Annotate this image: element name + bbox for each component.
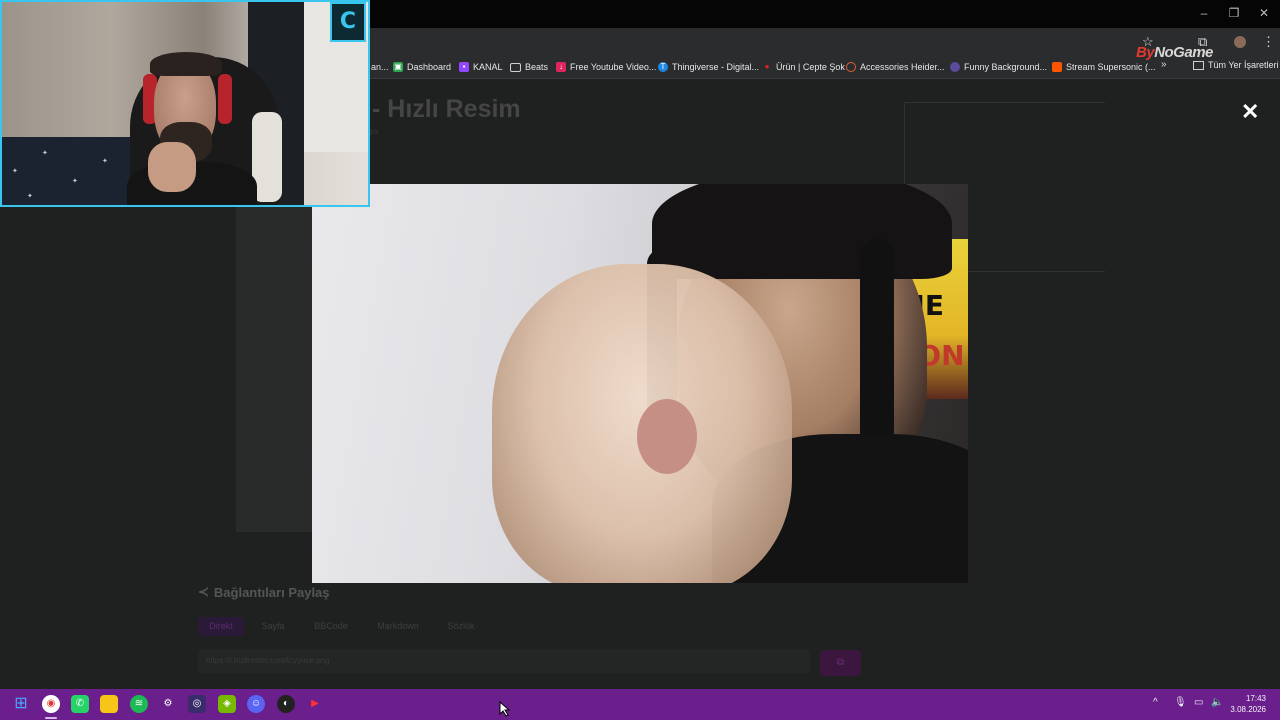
close-window-button[interactable]: ✕ [1254, 6, 1274, 20]
active-indicator [45, 717, 57, 719]
tab-markdown[interactable]: Markdown [368, 617, 428, 636]
soundcloud-icon [1052, 62, 1062, 72]
dashboard-icon: ▣ [393, 62, 403, 72]
bed: ✦ ✦ ✦ ✦ ✦ [2, 137, 142, 205]
twitch-icon: ▪ [459, 62, 469, 72]
profile-avatar[interactable] [1234, 36, 1246, 48]
circle-icon [846, 62, 856, 72]
bookmark-cepte-sok[interactable]: ● Ürün | Cepte Şok [762, 60, 845, 74]
mouse-cursor-icon [499, 701, 511, 717]
thumb [637, 399, 697, 474]
clock-date: 3.08.2026 [1230, 705, 1266, 714]
steam-icon[interactable]: ⚙ [159, 695, 177, 713]
person-hair [652, 184, 952, 279]
tab-bbcode[interactable]: BBCode [304, 617, 358, 636]
tab-sozluk[interactable]: Sözlük [440, 617, 482, 636]
sok-icon: ● [764, 62, 770, 71]
tab-sayfa[interactable]: Sayfa [252, 617, 294, 636]
headphones [860, 239, 894, 449]
discord-icon[interactable]: ☺ [247, 695, 265, 713]
close-icon[interactable]: ✕ [1241, 101, 1259, 123]
display-icon[interactable]: ▭ [1194, 697, 1203, 708]
download-icon: ↓ [556, 62, 566, 72]
bookmark-stream-supersonic[interactable]: Stream Supersonic (... [1052, 60, 1156, 74]
copy-button[interactable]: ⧉ [820, 650, 861, 676]
volume-icon[interactable]: 🔈 [1211, 697, 1223, 708]
bookmark-dashboard[interactable]: ▣ Dashboard [393, 60, 451, 74]
system-clock[interactable]: 17:43 3.08.2026 [1230, 693, 1266, 715]
minimize-button[interactable]: – [1194, 6, 1214, 20]
nvidia-icon[interactable]: ◈ [218, 695, 236, 713]
browser-menu-icon[interactable]: ⋮ [1262, 34, 1275, 50]
headphones [218, 74, 232, 124]
youtube-icon[interactable]: ▶ [306, 695, 324, 713]
bookmark-thingiverse[interactable]: T Thingiverse - Digital... [658, 60, 759, 74]
obs-icon[interactable]: ◎ [188, 695, 206, 713]
share-links-heading: ≺ Bağlantıları Paylaş [198, 584, 330, 600]
restore-button[interactable]: ❐ [1224, 6, 1244, 20]
taskbar: ⊞ ◉ ✆ ≋ ⚙ ◎ ◈ ☺ ◐ ▶ ^ 🎙 ▭ 🔈 17:43 3.08.2… [0, 689, 1280, 720]
webcam-overlay: ✦ ✦ ✦ ✦ ✦ [0, 0, 370, 207]
tray-overflow-icon[interactable]: ^ [1153, 697, 1158, 708]
image-preview-panel [236, 199, 316, 532]
whatsapp-icon[interactable]: ✆ [71, 695, 89, 713]
page-title: - Hızlı Resim [372, 95, 521, 123]
image-dimensions: px [370, 127, 379, 136]
tab-direkt[interactable]: Direkt [198, 617, 244, 636]
bookmark-kanal[interactable]: ▪ KANAL [459, 60, 503, 74]
hand [148, 142, 196, 192]
folder-icon [510, 62, 521, 72]
thingiverse-icon: T [658, 62, 668, 72]
bookmark-beats[interactable]: Beats [510, 60, 548, 74]
microphone-icon[interactable]: 🎙 [1174, 697, 1187, 708]
app-icon[interactable]: ◐ [277, 695, 295, 713]
bookmark-free-youtube[interactable]: ↓ Free Youtube Video... [556, 60, 656, 74]
clock-time: 17:43 [1245, 694, 1266, 703]
all-bookmarks-button[interactable]: Tüm Yer İşaretleri [1193, 60, 1279, 70]
bookmark-accessories[interactable]: Accessories Heider... [846, 60, 945, 74]
share-icon: ≺ [198, 584, 209, 599]
person-hair [150, 52, 222, 76]
shape-icon [950, 62, 960, 72]
spotify-icon[interactable]: ≋ [130, 695, 148, 713]
bynogame-logo: ByNoGame [1136, 44, 1213, 61]
channel-logo: C [330, 2, 366, 42]
share-url-field[interactable]: https://i.hizliresim.com/tcyyuce.png [198, 649, 810, 673]
folder-icon [1193, 60, 1204, 70]
bookmark-item[interactable]: an... [371, 60, 389, 74]
file-explorer-icon[interactable] [100, 695, 118, 713]
lightbox-image[interactable]: ME ZON [312, 184, 968, 583]
bookmark-funny-background[interactable]: Funny Background... [950, 60, 1047, 74]
windows-start-icon[interactable]: ⊞ [12, 695, 30, 713]
chrome-icon[interactable]: ◉ [42, 695, 60, 713]
